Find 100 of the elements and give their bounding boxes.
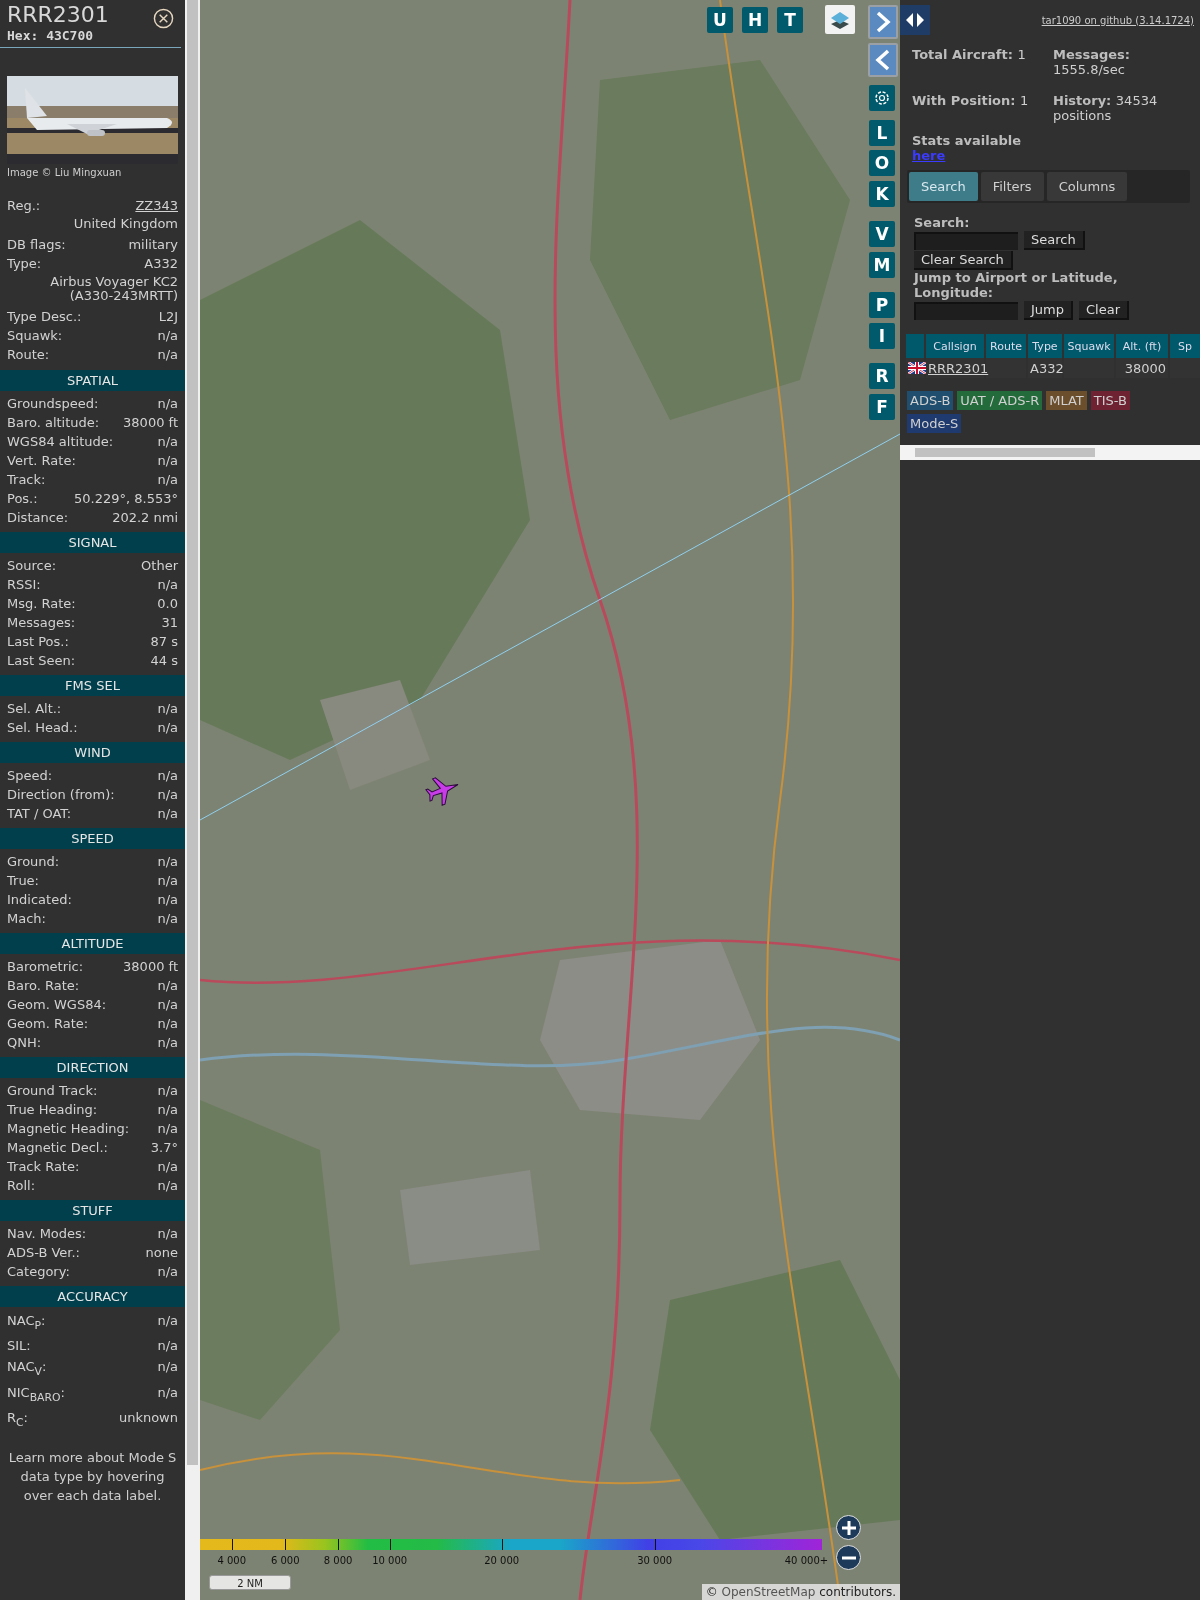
field-label: Distance: <box>7 508 69 527</box>
map-toggle-button[interactable]: I <box>869 323 895 349</box>
column-header[interactable]: Sp <box>1170 334 1200 358</box>
column-header[interactable]: Callsign <box>926 334 984 358</box>
source-tag: UAT / ADS-R <box>957 391 1043 410</box>
map-toggle-button[interactable]: K <box>869 181 895 207</box>
openstreetmap-link[interactable]: OpenStreetMap <box>721 1585 816 1599</box>
field-label: Type Desc.: <box>7 307 82 326</box>
field-value: n/a <box>157 976 178 995</box>
settings-button[interactable] <box>869 85 895 111</box>
jump-field[interactable] <box>914 301 1018 320</box>
field-label: Last Pos.: <box>7 632 69 651</box>
field-value: n/a <box>157 1176 178 1195</box>
column-header[interactable]: Squawk <box>1064 334 1114 358</box>
jump-button[interactable]: Jump <box>1024 301 1073 320</box>
field-value: n/a <box>157 718 178 737</box>
field-value: n/a <box>157 785 178 804</box>
tab[interactable]: Search <box>909 172 978 201</box>
expand-icon[interactable] <box>900 5 930 35</box>
field-label: Magnetic Heading: <box>7 1119 130 1138</box>
source-tag: TIS-B <box>1090 391 1130 410</box>
map-toggle-button[interactable]: H <box>742 7 768 33</box>
photo-credit: Image © Liu Mingxuan <box>6 166 123 178</box>
field-label: NAC$_{P}$: <box>7 1311 46 1334</box>
column-header[interactable]: Type <box>1028 334 1062 358</box>
scroll-bar[interactable] <box>900 445 1200 460</box>
field-label: Barometric: <box>7 957 84 976</box>
section-header: ACCURACY <box>0 1285 185 1307</box>
field-value: n/a <box>157 1014 178 1033</box>
callsign-link[interactable]: RRR2301 <box>928 360 989 376</box>
field-value: Airbus Voyager KC2 (A330-243MRTT) <box>49 272 178 305</box>
field-label: Roll: <box>7 1176 35 1195</box>
search-button[interactable]: Search <box>1024 231 1085 250</box>
field-value: n/a <box>157 1081 178 1100</box>
search-field[interactable] <box>914 231 1018 250</box>
field-value: n/a <box>157 1311 178 1330</box>
field-value: 0.0 <box>157 594 178 613</box>
chevron-right-icon <box>875 11 891 33</box>
map-toggle-button[interactable]: P <box>869 292 895 318</box>
field-value: 38000 ft <box>123 413 178 432</box>
minus-icon <box>840 1555 857 1560</box>
field-value: n/a <box>157 394 178 413</box>
field-value: none <box>145 1243 178 1262</box>
field-value: n/a <box>157 890 178 909</box>
column-header[interactable]: Alt. (ft) <box>1116 334 1168 358</box>
map-toggle-button[interactable]: L <box>869 120 895 146</box>
airplane-icon[interactable] <box>425 777 459 806</box>
close-icon[interactable] <box>153 8 174 29</box>
field-label: WGS84 altitude: <box>7 432 114 451</box>
field-label: True Heading: <box>7 1100 98 1119</box>
section-header: FMS SEL <box>0 674 185 696</box>
field-label: Ground Track: <box>7 1081 98 1100</box>
field-label: Geom. Rate: <box>7 1014 89 1033</box>
map-toggle-button[interactable]: R <box>869 363 895 389</box>
map-toggle-button[interactable]: O <box>869 150 895 176</box>
layers-button[interactable] <box>825 5 855 34</box>
field-value: n/a <box>157 699 178 718</box>
section-header: WIND <box>0 741 185 763</box>
altitude-label: 6 000 <box>270 1555 300 1566</box>
scroll-bar[interactable] <box>185 0 200 1600</box>
section-header: SPATIAL <box>0 369 185 391</box>
registration-link[interactable]: ZZ343 <box>135 196 178 215</box>
tab[interactable]: Columns <box>1046 172 1128 201</box>
field-label: True: <box>7 871 39 890</box>
map-toggle-button[interactable]: F <box>869 394 895 420</box>
map-toggle-button[interactable]: T <box>777 7 803 33</box>
altitude-label: 20 000 <box>484 1555 520 1566</box>
plus-icon <box>840 1519 857 1536</box>
github-link[interactable]: tar1090 on github (3.14.1724) <box>1041 14 1194 26</box>
flag-icon <box>908 362 926 374</box>
column-header[interactable]: Route <box>986 334 1026 358</box>
stat-text: With Position: 1 <box>912 92 1030 110</box>
field-value: 50.229°, 8.553° <box>74 489 178 508</box>
field-label: Source: <box>7 556 57 575</box>
help-text: Learn more about Mode S data type by hovering over each data label. <box>7 1448 178 1505</box>
map-toggle-button[interactable]: V <box>869 221 895 247</box>
field-label: Ground: <box>7 852 60 871</box>
field-label: NAC$_{V}$: <box>7 1358 47 1380</box>
field-value: 87 s <box>150 632 178 651</box>
clear-button[interactable]: Clear <box>1079 301 1129 320</box>
next-button[interactable] <box>868 5 898 39</box>
field-value: n/a <box>157 575 178 594</box>
field-value: 3.7° <box>150 1138 178 1157</box>
tab[interactable]: Filters <box>980 172 1044 201</box>
previous-button[interactable] <box>868 43 898 77</box>
field-value: 202.2 nmi <box>112 508 178 527</box>
field-value: n/a <box>157 1358 178 1377</box>
jump-label: Jump to Airport or Latitude, Longitude: <box>914 270 1119 300</box>
map-toggle-button[interactable]: U <box>707 7 733 33</box>
map-toggle-button[interactable]: M <box>869 252 895 278</box>
field-label: QNH: <box>7 1033 42 1052</box>
field-value: n/a <box>157 995 178 1014</box>
field-value: n/a <box>157 1119 178 1138</box>
field-value: n/a <box>157 432 178 451</box>
field-value: unknown <box>118 1409 178 1428</box>
clear-search-button[interactable]: Clear Search <box>914 251 1013 270</box>
field-value: n/a <box>157 1100 178 1119</box>
scale-bar: 2 NM <box>209 1575 291 1590</box>
field-value: n/a <box>157 326 178 345</box>
field-value: n/a <box>157 871 178 890</box>
